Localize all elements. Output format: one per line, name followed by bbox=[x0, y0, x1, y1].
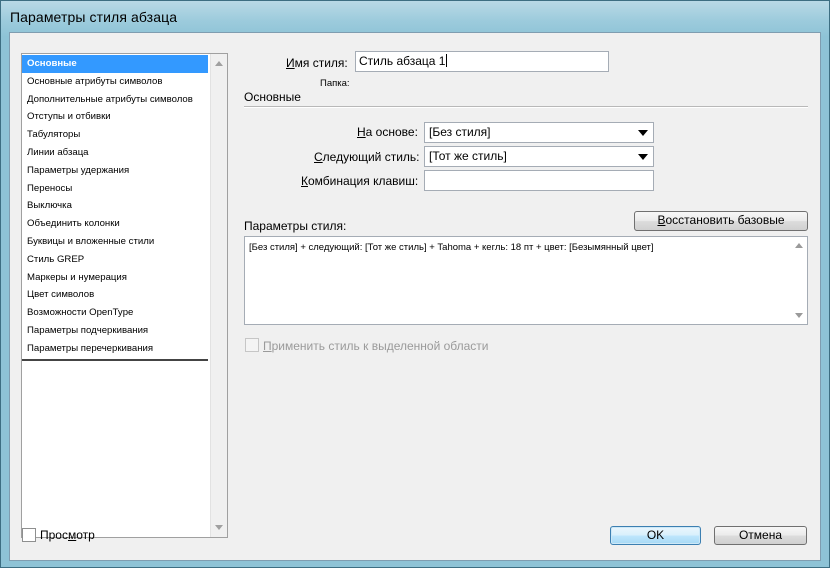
category-item[interactable]: Цвет символов bbox=[22, 286, 208, 304]
category-item[interactable]: Выключка bbox=[22, 197, 208, 215]
category-list-end-divider bbox=[22, 359, 208, 361]
title-bar[interactable]: Параметры стиля абзаца bbox=[1, 1, 829, 31]
dialog-window: Параметры стиля абзаца Основные Основные … bbox=[0, 0, 830, 568]
folder-label: Папка: bbox=[320, 78, 350, 89]
category-item[interactable]: Табуляторы bbox=[22, 126, 208, 144]
dialog-client-area: Основные Основные атрибуты символов Дополн… bbox=[9, 32, 821, 561]
scroll-up-arrow-icon[interactable] bbox=[215, 61, 223, 66]
dropdown-arrow-icon[interactable] bbox=[638, 154, 648, 160]
text-cursor bbox=[446, 54, 448, 67]
category-item[interactable]: Маркеры и нумерация bbox=[22, 269, 208, 287]
preview-checkbox[interactable] bbox=[22, 528, 36, 542]
based-on-select[interactable]: [Без стиля] bbox=[424, 122, 654, 143]
scroll-down-arrow-icon[interactable] bbox=[795, 313, 803, 318]
cancel-button[interactable]: Отмена bbox=[714, 526, 807, 545]
category-item[interactable]: Параметры перечеркивания bbox=[22, 340, 208, 358]
category-item[interactable]: Буквицы и вложенные стили bbox=[22, 233, 208, 251]
scroll-up-arrow-icon[interactable] bbox=[795, 243, 803, 248]
window-title: Параметры стиля абзаца bbox=[10, 9, 178, 25]
ok-button[interactable]: OK bbox=[610, 526, 701, 545]
category-item[interactable]: Основные атрибуты символов bbox=[22, 73, 208, 91]
apply-style-checkbox[interactable] bbox=[245, 338, 259, 352]
reset-to-base-button[interactable]: Восстановить базовые bbox=[634, 211, 808, 231]
dropdown-arrow-icon[interactable] bbox=[638, 130, 648, 136]
category-list: Основные Основные атрибуты символов Дополн… bbox=[22, 54, 208, 358]
category-list-scrollbar[interactable] bbox=[210, 54, 227, 537]
style-settings-text: [Без стиля] + следующий: [Тот же стиль] … bbox=[249, 242, 654, 253]
category-item[interactable]: Линии абзаца bbox=[22, 144, 208, 162]
scroll-down-arrow-icon[interactable] bbox=[215, 525, 223, 530]
category-list-panel: Основные Основные атрибуты символов Дополн… bbox=[21, 53, 228, 538]
category-item[interactable]: Дополнительные атрибуты символов bbox=[22, 91, 208, 109]
style-settings-label: Параметры стиля: bbox=[244, 219, 347, 233]
style-name-input[interactable]: Стиль абзаца 1 bbox=[355, 51, 609, 72]
style-name-label: Имя стиля: bbox=[286, 56, 348, 70]
next-style-value: [Тот же стиль] bbox=[429, 149, 507, 163]
category-item[interactable]: Отступы и отбивки bbox=[22, 108, 208, 126]
section-divider bbox=[244, 106, 808, 108]
section-title: Основные bbox=[244, 90, 301, 104]
style-settings-textarea[interactable]: [Без стиля] + следующий: [Тот же стиль] … bbox=[244, 236, 808, 325]
category-item[interactable]: Параметры подчеркивания bbox=[22, 322, 208, 340]
based-on-label: На основе: bbox=[357, 125, 418, 139]
apply-style-label: Применить стиль к выделенной области bbox=[263, 339, 489, 353]
category-item[interactable]: Возможности OpenType bbox=[22, 304, 208, 322]
category-item[interactable]: Стиль GREP bbox=[22, 251, 208, 269]
preview-label: Просмотр bbox=[40, 528, 95, 542]
category-item[interactable]: Параметры удержания bbox=[22, 162, 208, 180]
style-settings-scrollbar[interactable] bbox=[791, 237, 807, 324]
category-item[interactable]: Объединить колонки bbox=[22, 215, 208, 233]
based-on-value: [Без стиля] bbox=[429, 125, 491, 139]
shortcut-label: Комбинация клавиш: bbox=[301, 174, 419, 188]
next-style-select[interactable]: [Тот же стиль] bbox=[424, 146, 654, 167]
shortcut-input[interactable] bbox=[424, 170, 654, 191]
category-item[interactable]: Переносы bbox=[22, 180, 208, 198]
next-style-label: Следующий стиль: bbox=[314, 150, 420, 164]
category-item[interactable]: Основные bbox=[22, 55, 208, 73]
